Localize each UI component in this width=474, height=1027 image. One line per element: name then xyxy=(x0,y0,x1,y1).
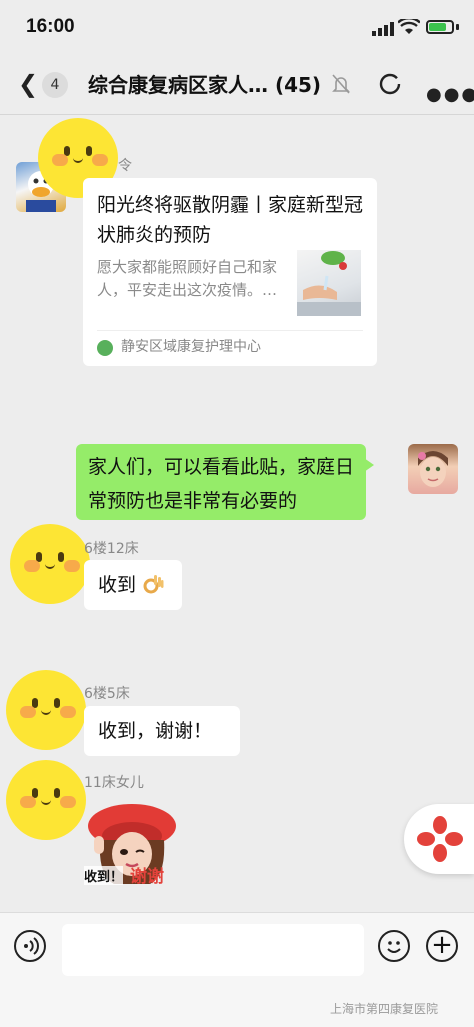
avatar[interactable] xyxy=(408,444,458,494)
source-logo-icon xyxy=(97,340,113,356)
back-icon[interactable]: ❮ xyxy=(18,72,38,96)
battery-icon xyxy=(426,20,454,34)
message-input[interactable] xyxy=(62,924,364,976)
outgoing-message-bubble[interactable]: 家人们，可以看看此贴，家庭日常预防也是非常有必要的 xyxy=(76,444,366,520)
sticker-caption-b: 谢谢 xyxy=(130,867,164,887)
emoji-face-sticker xyxy=(10,524,90,604)
wifi-icon xyxy=(398,19,420,34)
status-time: 16:00 xyxy=(26,16,75,37)
voice-input-icon[interactable] xyxy=(14,930,46,962)
link-card[interactable]: 阳光终将驱散阴霾丨家庭新型冠状肺炎的预防 愿大家都能照顾好自己和家人，平安走出这… xyxy=(83,178,377,366)
sticker-message[interactable]: 收到！ 谢谢 xyxy=(84,796,180,892)
battery-tip xyxy=(456,24,459,30)
sticker-caption-a: 收到！ xyxy=(84,866,124,885)
handwashing-image-icon xyxy=(297,251,361,316)
link-card-source: 静安区域康复护理中心 xyxy=(121,339,261,355)
sender-name: 11床女儿 xyxy=(84,775,144,791)
message-text: 收到 xyxy=(98,574,137,596)
plus-icon[interactable]: + xyxy=(426,930,458,962)
ok-hand-emoji-icon xyxy=(143,575,164,594)
card-divider xyxy=(97,330,363,331)
link-card-description: 愿大家都能照顾好自己和家人，平安走出这次疫情。… xyxy=(97,258,278,299)
message-text: 家人们，可以看看此贴，家庭日常预防也是非常有必要的 xyxy=(88,456,355,512)
more-icon[interactable]: ●●● xyxy=(426,84,474,105)
cellular-signal-icon xyxy=(372,22,394,36)
emoji-icon[interactable] xyxy=(378,930,410,962)
watermark: 上海市第四康复医院 xyxy=(330,1002,439,1016)
link-card-thumbnail xyxy=(297,250,361,316)
chat-title: 综合康复病区家人… (45) xyxy=(88,73,322,97)
unread-badge[interactable]: 4 xyxy=(42,72,68,98)
refresh-icon[interactable] xyxy=(378,72,402,96)
emoji-face-sticker xyxy=(6,760,86,840)
hospital-logo-icon xyxy=(417,816,463,862)
link-card-title: 阳光终将驱散阴霾丨家庭新型冠状肺炎的预防 xyxy=(97,194,364,246)
sender-name: 令 xyxy=(118,158,132,174)
sender-name: 6楼5床 xyxy=(84,686,130,702)
incoming-message-bubble[interactable]: 收到 xyxy=(84,560,182,610)
floating-logo-button[interactable] xyxy=(404,804,474,874)
mute-icon xyxy=(332,74,350,94)
message-text: 收到，谢谢！ xyxy=(98,720,213,742)
incoming-message-bubble[interactable]: 收到，谢谢！ xyxy=(84,706,240,756)
emoji-face-sticker xyxy=(6,670,86,750)
girl-avatar-icon xyxy=(418,451,448,487)
bubble-tail xyxy=(364,458,374,472)
sender-name: 6楼12床 xyxy=(84,541,139,557)
